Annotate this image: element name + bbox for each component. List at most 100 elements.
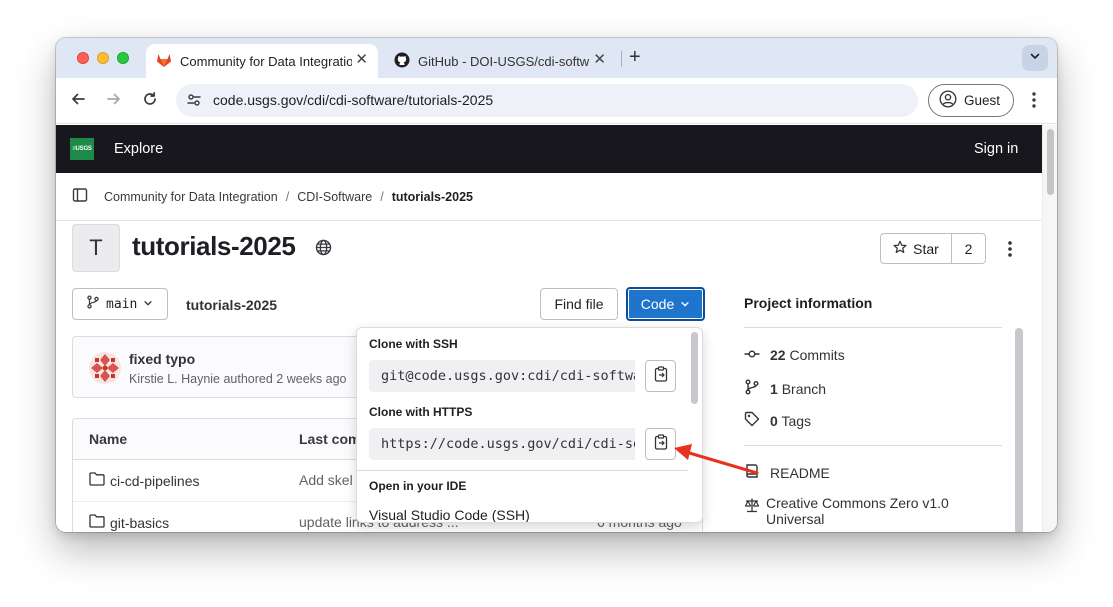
star-label: Star — [913, 240, 939, 257]
license-label: Creative Commons Zero v1.0 Universal — [766, 495, 949, 527]
license-link[interactable]: Creative Commons Zero v1.0 Universal — [744, 495, 984, 527]
tab-github[interactable]: GitHub - DOI-USGS/cdi-softw ✕ — [386, 44, 616, 78]
repo-path[interactable]: tutorials-2025 — [186, 297, 277, 313]
profile-button[interactable]: Guest — [928, 84, 1014, 117]
arrow-left-icon — [70, 91, 86, 112]
star-count[interactable]: 2 — [952, 234, 985, 263]
clipboard-icon — [654, 433, 668, 455]
avatar[interactable] — [89, 352, 121, 384]
breadcrumb-group-link[interactable]: Community for Data Integration — [104, 190, 278, 204]
divider — [744, 327, 1002, 328]
arrow-right-icon — [106, 91, 122, 112]
tab-search-button[interactable] — [1022, 45, 1048, 71]
chevron-down-icon — [143, 297, 153, 312]
divider — [744, 445, 1002, 446]
file-commit-message[interactable]: Add skel — [299, 472, 353, 488]
scrollbar-thumb[interactable] — [1047, 129, 1054, 195]
copy-https-button[interactable] — [645, 428, 676, 460]
open-in-ide-label: Open in your IDE — [369, 479, 467, 493]
tag-icon — [744, 411, 760, 430]
tab-title: Community for Data Integratio — [180, 53, 352, 69]
more-vertical-icon — [1006, 241, 1014, 262]
browser-window: Community for Data Integratio ✕ GitHub -… — [56, 38, 1057, 532]
branch-selector[interactable]: main — [72, 288, 168, 320]
breadcrumb: Community for Data Integration / CDI-Sof… — [56, 173, 1042, 221]
breadcrumb-subgroup-link[interactable]: CDI-Software — [297, 190, 372, 204]
branches-link[interactable]: 1 Branch — [744, 379, 826, 398]
tags-link[interactable]: 0 Tags — [744, 411, 811, 430]
tab-divider — [621, 51, 622, 67]
sidebar-icon — [72, 187, 88, 206]
open-vscode-ssh-item[interactable]: Visual Studio Code (SSH) — [369, 507, 530, 522]
breadcrumb-separator: / — [380, 189, 384, 204]
column-header-last-commit: Last com — [299, 431, 361, 447]
project-info-panel: Project information 22 Commits 1 Branch … — [744, 295, 1004, 527]
zoom-window-button[interactable] — [117, 52, 129, 64]
branches-count: 1 — [770, 380, 778, 397]
https-url-value: https://code.usgs.gov/cdi/cdi-software/t… — [381, 436, 635, 452]
star-group: Star 2 — [880, 233, 986, 264]
globe-icon — [315, 239, 332, 261]
copy-ssh-button[interactable] — [645, 360, 676, 392]
github-icon — [394, 52, 410, 71]
chevron-down-icon — [1029, 49, 1041, 67]
gitlab-icon — [156, 52, 172, 71]
tab-strip: Community for Data Integratio ✕ GitHub -… — [56, 38, 1057, 78]
forward-button[interactable] — [104, 91, 124, 111]
chevron-down-icon — [680, 296, 690, 312]
code-dropdown-button[interactable]: Code — [626, 287, 705, 321]
branch-icon — [744, 379, 760, 398]
close-window-button[interactable] — [77, 52, 89, 64]
tags-label: Tags — [781, 412, 812, 429]
page-scrollbar[interactable] — [1042, 125, 1057, 532]
tags-count: 0 — [770, 412, 778, 429]
commits-count: 22 — [770, 347, 786, 363]
page-content: ≡USGS Explore Sign in Community for Data… — [56, 125, 1042, 532]
site-settings-icon[interactable] — [186, 92, 202, 113]
new-tab-button[interactable]: + — [629, 47, 641, 67]
close-tab-icon[interactable]: ✕ — [593, 52, 606, 68]
browser-toolbar: code.usgs.gov/cdi/cdi-software/tutorials… — [56, 78, 1057, 124]
close-tab-icon[interactable]: ✕ — [355, 52, 368, 68]
reload-icon — [142, 91, 158, 112]
star-icon — [893, 240, 907, 257]
star-button[interactable]: Star — [881, 234, 952, 263]
clone-dropdown: Clone with SSH git@code.usgs.gov:cdi/cdi… — [356, 327, 703, 523]
commits-link[interactable]: 22 Commits — [744, 347, 845, 363]
project-avatar: T — [72, 224, 120, 272]
divider — [357, 470, 688, 471]
project-title: tutorials-2025 — [132, 231, 296, 261]
folder-icon — [89, 514, 105, 531]
code-button-label: Code — [640, 296, 675, 312]
commit-message[interactable]: fixed typo — [129, 351, 195, 367]
last-commit-panel: fixed typo Kirstie L. Haynie authored 2 … — [72, 336, 362, 398]
find-file-button[interactable]: Find file — [540, 288, 618, 320]
breadcrumb-separator: / — [285, 189, 290, 204]
scrollbar-thumb[interactable] — [1015, 328, 1023, 532]
project-actions-button[interactable] — [1006, 240, 1014, 263]
sidebar-scrollbar[interactable] — [1015, 328, 1023, 532]
file-name[interactable]: ci-cd-pipelines — [89, 472, 199, 489]
book-icon — [744, 463, 760, 482]
branches-label: Branch — [781, 380, 827, 397]
back-button[interactable] — [68, 91, 88, 111]
usgs-logo[interactable]: ≡USGS — [70, 138, 94, 160]
minimize-window-button[interactable] — [97, 52, 109, 64]
file-name[interactable]: git-basics — [89, 514, 169, 531]
readme-link[interactable]: README — [744, 463, 830, 482]
ssh-url-field[interactable]: git@code.usgs.gov:cdi/cdi-software/tutor… — [369, 360, 635, 392]
dropdown-scrollbar[interactable] — [691, 332, 698, 404]
address-bar[interactable]: code.usgs.gov/cdi/cdi-software/tutorials… — [176, 84, 918, 117]
reload-button[interactable] — [140, 91, 160, 111]
explore-link[interactable]: Explore — [114, 141, 163, 157]
breadcrumb-current[interactable]: tutorials-2025 — [392, 190, 473, 204]
tab-gitlab[interactable]: Community for Data Integratio ✕ — [146, 44, 378, 78]
folder-icon — [89, 472, 105, 489]
sign-in-link[interactable]: Sign in — [974, 141, 1018, 157]
sidebar-toggle-button[interactable] — [72, 187, 88, 206]
browser-menu-button[interactable] — [1026, 90, 1042, 115]
https-url-field[interactable]: https://code.usgs.gov/cdi/cdi-software/t… — [369, 428, 635, 460]
commits-label: Commits — [789, 347, 845, 363]
file-name-text: ci-cd-pipelines — [110, 472, 200, 489]
branch-icon — [86, 295, 100, 313]
